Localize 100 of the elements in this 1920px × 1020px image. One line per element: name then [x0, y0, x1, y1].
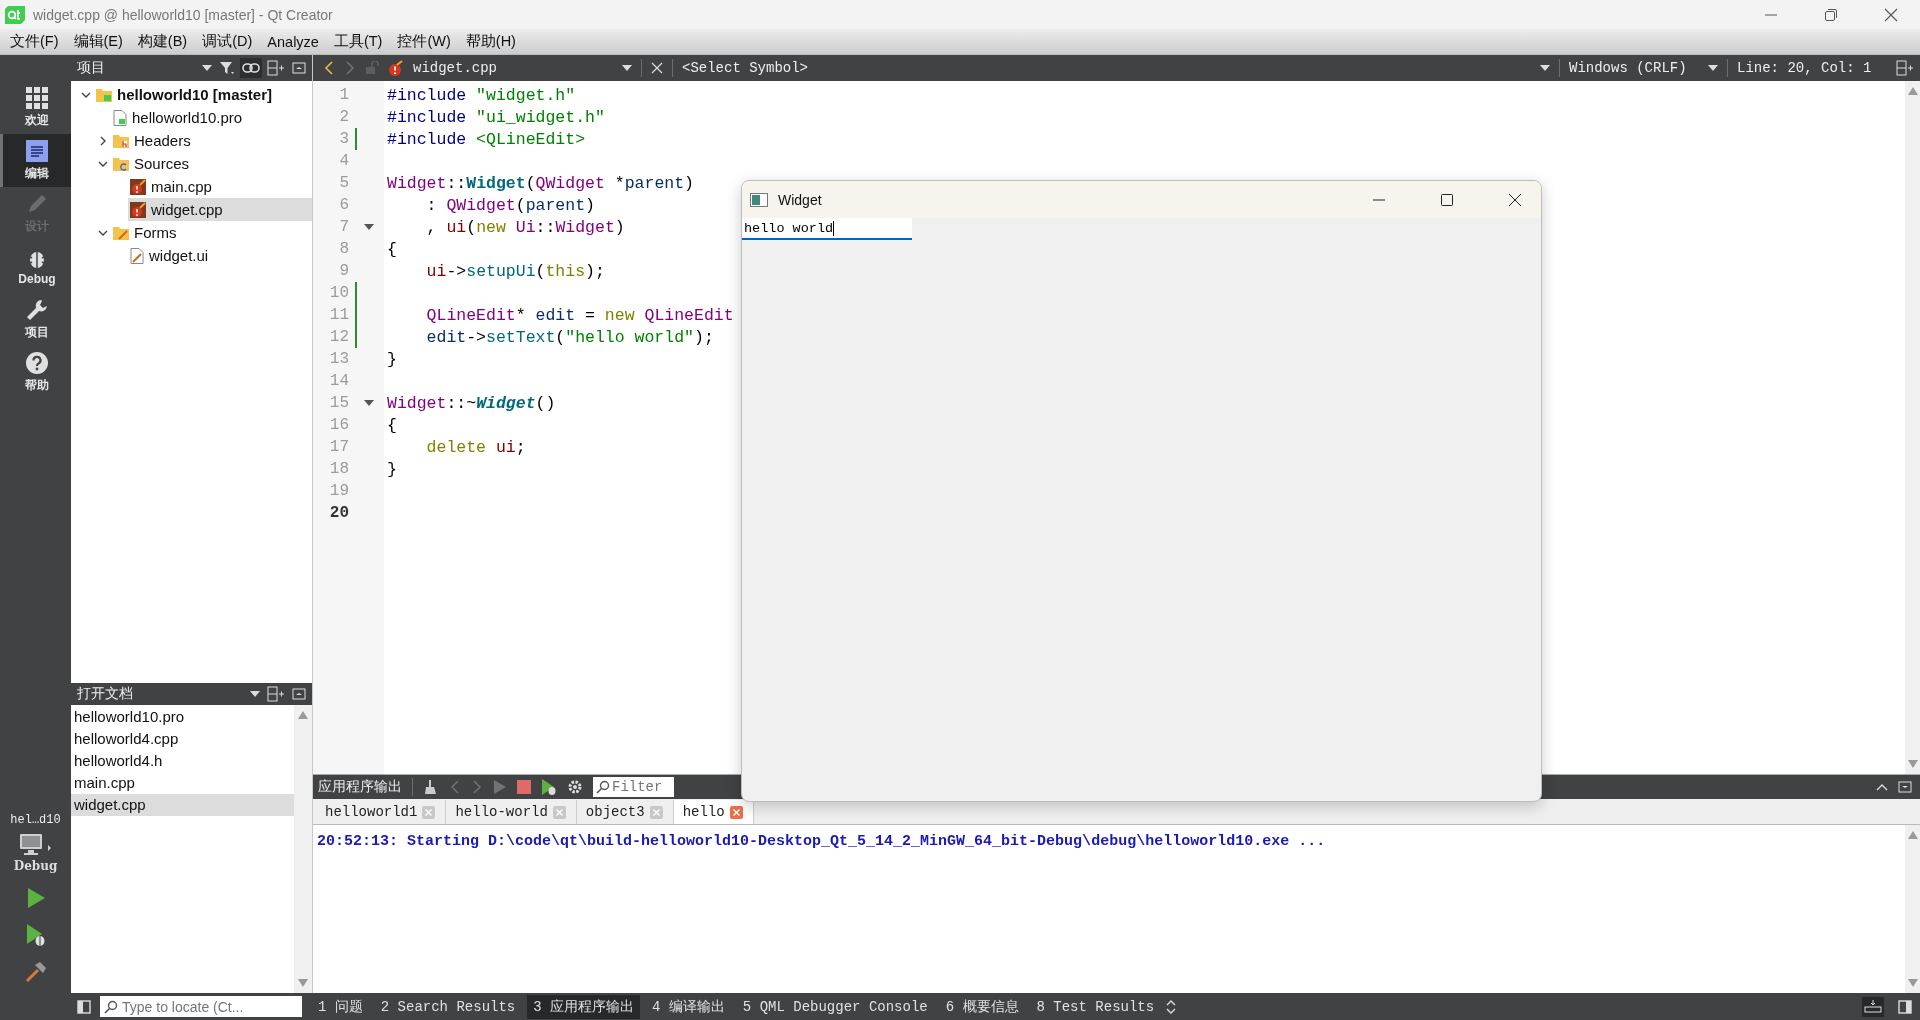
restore-icon[interactable] — [1824, 7, 1838, 22]
document-item[interactable]: helloworld4.cpp — [71, 728, 294, 750]
caret-icon[interactable] — [622, 65, 632, 71]
line-number: 20 — [328, 504, 349, 522]
caret-icon[interactable] — [1708, 65, 1718, 71]
file-icon — [113, 109, 127, 126]
progress-toggle-icon[interactable] — [1862, 996, 1884, 1017]
menu-item[interactable]: 控件(W) — [390, 32, 459, 51]
settings-icon[interactable] — [567, 779, 583, 795]
window-title: widget.cpp @ helloworld10 [master] - Qt Creator — [33, 6, 333, 23]
code-line: : QWidget(parent) — [425, 195, 595, 215]
close-pane-icon[interactable] — [1898, 780, 1912, 794]
line-number: 15 — [328, 394, 349, 412]
tree-item[interactable]: main.cpp — [128, 175, 312, 198]
kit-selector[interactable]: Debug — [13, 833, 58, 873]
pane-title: 项目 — [77, 59, 105, 77]
filter-field[interactable]: Filter — [593, 777, 674, 797]
sidebar-toggle-icon[interactable] — [1898, 999, 1912, 1014]
folder-icon — [113, 225, 129, 240]
caret-icon[interactable] — [202, 65, 212, 71]
folder-icon — [113, 133, 129, 148]
tree-item[interactable]: Sources — [111, 152, 312, 175]
file-selector[interactable]: widget.cpp — [413, 60, 613, 76]
line-number: 6 — [338, 196, 349, 214]
document-item[interactable]: widget.cpp — [71, 794, 294, 816]
document-item[interactable]: helloworld4.h — [71, 750, 294, 772]
link-icon[interactable] — [240, 58, 262, 78]
mode-button[interactable]: 欢迎 — [0, 81, 71, 134]
tree-item[interactable]: Headers — [111, 129, 312, 152]
hammer-icon[interactable] — [24, 961, 47, 983]
menu-item[interactable]: 工具(T) — [326, 32, 391, 51]
mode-button[interactable]: 帮助 — [0, 346, 71, 399]
pane-title: 打开文档 — [77, 685, 133, 703]
output-pane-button[interactable]: 3 应用程序输出 — [527, 994, 641, 1019]
close-pane-icon[interactable] — [292, 687, 306, 701]
output-pane-button[interactable]: 2 Search Results — [374, 995, 522, 1018]
menu-item[interactable]: 构建(B) — [130, 32, 196, 51]
text-cursor — [833, 220, 835, 236]
tree-item[interactable]: helloworld10.pro — [111, 106, 312, 129]
folder-icon — [96, 87, 112, 102]
menu-item[interactable]: 调试(D) — [195, 32, 261, 51]
app-logo-icon — [5, 5, 25, 24]
close-icon[interactable] — [1509, 193, 1521, 206]
maximize-icon[interactable] — [1441, 193, 1453, 206]
split-icon[interactable] — [1896, 60, 1914, 76]
output-pane-button[interactable]: 6 概要信息 — [939, 994, 1025, 1019]
output-pane-button[interactable]: 4 编译输出 — [646, 994, 731, 1019]
code-line: , ui(new Ui::Widget) — [425, 217, 625, 237]
menu-item[interactable]: 文件(F) — [3, 32, 67, 51]
menu-item[interactable]: 编辑(E) — [66, 32, 131, 51]
document-item[interactable]: helloworld10.pro — [71, 706, 294, 728]
output-pane-button[interactable]: 8 Test Results — [1030, 995, 1161, 1018]
cursor-position[interactable]: Line: 20, Col: 1 — [1737, 60, 1887, 76]
mode-button[interactable]: Debug — [0, 240, 71, 293]
line-number: 14 — [328, 372, 349, 390]
line-number: 19 — [328, 482, 349, 500]
fold-arrow-icon[interactable] — [364, 224, 374, 230]
document-item[interactable]: main.cpp — [71, 772, 294, 794]
debug-run-icon[interactable] — [24, 923, 47, 947]
cpp-file-icon — [130, 201, 146, 218]
split-icon[interactable] — [267, 60, 285, 76]
line-number: 13 — [328, 350, 349, 368]
tree-item[interactable]: widget.cpp — [128, 198, 312, 221]
sidebar-toggle-icon[interactable] — [77, 999, 91, 1014]
locate-field[interactable]: Type to locate (Ct... — [100, 996, 302, 1017]
up-down-arrows-icon[interactable] — [1166, 999, 1177, 1014]
code-line: Widget::Widget(QWidget *parent) — [387, 173, 694, 193]
form-file-icon — [130, 247, 144, 264]
close-pane-icon[interactable] — [292, 61, 306, 75]
tree-item[interactable]: helloworld10 [master] — [94, 83, 312, 106]
pane-title: 应用程序输出 — [318, 778, 402, 796]
line-ending-selector[interactable]: Windows (CRLF) — [1569, 60, 1699, 76]
filter-icon[interactable] — [219, 60, 235, 76]
output-tab[interactable]: hello-world — [446, 800, 577, 824]
document-icon — [26, 139, 48, 162]
output-pane-button[interactable]: 5 QML Debugger Console — [736, 995, 934, 1018]
mode-button[interactable]: 项目 — [0, 293, 71, 346]
menu-item[interactable]: 帮助(H) — [458, 32, 524, 51]
line-number: 2 — [338, 108, 349, 126]
window-icon — [750, 192, 768, 207]
menu-item[interactable]: Analyze — [260, 33, 327, 50]
symbol-selector[interactable]: <Select Symbol> — [682, 60, 809, 76]
tree-item[interactable]: Forms — [111, 221, 312, 244]
tree-item[interactable]: widget.ui — [128, 244, 312, 267]
output-tab[interactable]: helloworld1 — [316, 800, 447, 824]
line-edit[interactable]: hello world — [742, 218, 912, 240]
split-icon[interactable] — [267, 686, 285, 702]
grid-icon — [26, 86, 48, 109]
fold-arrow-icon[interactable] — [364, 400, 374, 406]
output-pane-button[interactable]: 1 问题 — [312, 994, 369, 1019]
line-number: 3 — [338, 130, 349, 148]
maximize-pane-icon[interactable] — [1876, 783, 1888, 791]
output-tab[interactable]: object3 — [576, 800, 674, 824]
caret-icon[interactable] — [1540, 65, 1550, 71]
mode-button[interactable]: 编辑 — [0, 134, 71, 187]
debug-run-icon[interactable] — [541, 779, 557, 795]
broom-icon[interactable] — [423, 779, 439, 795]
output-tab[interactable]: hello — [673, 800, 754, 824]
close-icon[interactable] — [1884, 7, 1898, 22]
caret-icon[interactable] — [250, 691, 260, 697]
